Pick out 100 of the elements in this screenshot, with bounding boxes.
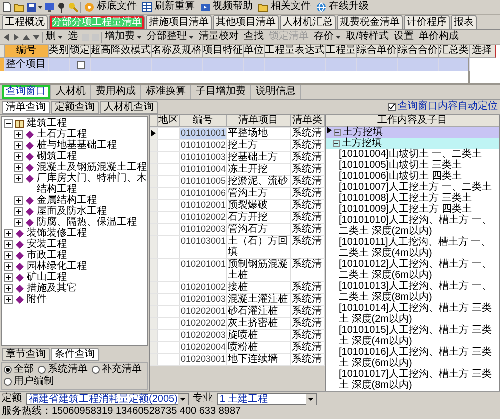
table-cell[interactable]: 010102003 [180,224,227,235]
table-cell[interactable]: 砂石灌注桩 [227,306,291,317]
table-cell[interactable]: 系统清 [291,342,325,353]
toolbar-button[interactable]: 增加费 [103,30,144,44]
toolbar-button[interactable]: 分部整理 [145,30,196,44]
table-cell[interactable]: 系统清 [291,200,325,211]
quota-item[interactable]: [10101012]人工挖沟、槽土方 一、二类土 深度(6m以内) [339,259,499,281]
quota-item[interactable]: [10101015]人工挖沟、槽土方 三类土 深度(4m以内) [339,325,499,347]
table-cell[interactable]: 系统清 [291,330,325,341]
table-cell[interactable]: 接桩 [227,282,291,293]
table-cell[interactable]: 010202001 [180,306,227,317]
table-cell[interactable]: 管沟石方 [227,224,291,235]
table-cell[interactable]: 010203001 [180,354,227,365]
table-row[interactable]: 整个项目 [0,58,468,71]
tab[interactable]: 查询窗口 [2,85,51,99]
table-cell[interactable]: 010102001 [180,200,227,211]
table-cell[interactable]: 挖土方 [227,140,291,151]
quota-item[interactable]: [10101009]人工挖土方 四类土 [339,204,472,215]
toolbar-button[interactable]: 选 [66,30,80,44]
tab[interactable]: 人材机 [52,85,91,99]
table-cell[interactable]: 010202002 [180,318,227,329]
toolbar-button[interactable]: 相关文件 [256,0,313,14]
tab[interactable]: 条件查询 [51,348,99,360]
table-cell[interactable]: 系统清 [291,318,325,329]
table-cell[interactable]: 010202004 [180,342,227,353]
table-cell[interactable]: 预裂爆破 [227,200,291,211]
table-cell[interactable]: 系统清 [291,140,325,151]
tab[interactable]: 清单查询 [2,100,50,114]
quota-item[interactable]: [10101010]人工挖沟、槽土方 一、二类土 深度(2m以内) [339,215,499,237]
table-cell[interactable]: 石方开挖 [227,212,291,223]
table-cell[interactable]: 010101006 [180,188,227,199]
tree-item[interactable]: 矿山工程 [27,272,67,283]
quota-item[interactable]: [10101016]人工挖沟、槽土方 三类土 深度(6m以内) [339,347,499,369]
tab[interactable]: 章节查询 [2,348,50,360]
quota-item[interactable]: [10101013]人工挖沟、槽土方 一、二类土 深度(8m以内) [339,281,499,303]
table-cell[interactable]: 挖基础土方 [227,152,291,163]
table-cell[interactable]: 010201001 [180,259,227,281]
tree-item[interactable]: 厂库房大门、特种门、木结构工程 [37,173,147,195]
tab[interactable]: 费用构成 [92,85,141,99]
radio-button[interactable] [4,378,12,386]
table-cell[interactable]: 系统清 [291,176,325,187]
tree-item[interactable]: 市政工程 [27,250,67,261]
quota-item[interactable]: [10101008]人工挖土方 三类土 [339,193,472,204]
major-dropdown[interactable]: 1 土建工程 [216,393,317,405]
table-cell[interactable]: 系统清 [291,354,325,365]
radio-button[interactable] [4,366,12,374]
quota-item[interactable]: [10101007]人工挖土方 一、二类土 [339,182,492,193]
table-cell[interactable]: 旋喷桩 [227,330,291,341]
tree-item[interactable]: 防腐、隔热、保温工程 [37,217,137,228]
table-cell[interactable]: 土（石）方回填 [227,236,291,258]
table-cell[interactable]: 挖淤泥、流砂 [227,176,291,187]
toolbar-button[interactable]: 设置 [392,30,416,44]
tab[interactable]: 人材机查询 [100,100,158,114]
tab[interactable]: 定额查询 [51,100,99,114]
table-cell[interactable]: 系统清 [291,306,325,317]
tab[interactable]: 措施项目清单 [146,15,212,29]
quota-item[interactable]: [10101005]山坡切土 三类土 [339,160,462,171]
tree-item[interactable]: 装饰装修工程 [27,228,87,239]
radio-button[interactable] [92,366,100,374]
table-cell[interactable]: 系统清 [291,128,325,139]
quota-item[interactable]: [10101011]人工挖沟、槽土方 一、二类土 深度(4m以内) [339,237,499,259]
table-cell[interactable]: 010101005 [180,176,227,187]
tree-item[interactable]: 桩与地基基础工程 [37,140,117,151]
toolbar-button[interactable]: 单价构成 [416,30,461,44]
table-cell[interactable]: 010101001 [180,128,227,139]
table-cell[interactable]: 系统清 [291,236,325,258]
toolbar-button[interactable]: 存价 [312,30,343,44]
table-cell[interactable]: 系统清 [291,164,325,175]
table-cell[interactable]: 地下连续墙 [227,354,291,365]
tab[interactable]: 规费税金清单 [337,15,403,29]
toolbar-button[interactable]: 标底文件 [82,0,139,14]
tree-item[interactable]: 措施及其它 [27,283,77,294]
table-cell[interactable]: 系统清 [291,282,325,293]
tree-item[interactable]: 建筑工程 [27,118,67,129]
tab[interactable]: 子目增加费 [192,85,251,99]
table-cell[interactable]: 管沟土方 [227,188,291,199]
toolbar-button[interactable]: 在线升级 [314,0,371,14]
table-cell[interactable]: 010102002 [180,212,227,223]
quota-dropdown[interactable]: 福建省建筑工程消耗量定额(2005) [26,393,189,405]
table-cell[interactable]: 系统清 [291,259,325,281]
toolbar-button[interactable]: 删 [44,30,65,44]
table-cell[interactable]: 混凝土灌注桩 [227,294,291,305]
table-cell[interactable]: 冻土开挖 [227,164,291,175]
toolbar-button[interactable]: 视频帮助 [198,0,255,14]
table-cell[interactable]: 喷粉桩 [227,342,291,353]
table-cell[interactable]: 灰土挤密桩 [227,318,291,329]
tab[interactable]: 人材机汇总 [280,15,336,29]
quota-item[interactable]: [10101017]人工挖沟、槽土方 三类土 深度(8m以内) [339,369,499,391]
tree-item[interactable]: 混凝土及钢筋混凝土工程 [37,162,147,173]
table-cell[interactable]: 预制钢筋混凝土桩 [227,259,291,281]
tab[interactable]: 计价程序 [404,15,450,29]
tab[interactable]: 标准换算 [142,85,191,99]
toolbar-button[interactable]: 查找 [242,30,266,44]
quota-item[interactable]: [10101014]人工挖沟、槽土方 三类土 深度(2m以内) [339,303,499,325]
toolbar-button[interactable]: 清量校对 [197,30,241,44]
tree-item[interactable]: 土石方工程 [37,129,87,140]
table-cell[interactable]: 系统清 [291,294,325,305]
quota-item[interactable]: [10101004]山坡切土 一、二类土 [339,149,482,160]
toolbar-button[interactable]: 刷新重算 [140,0,197,14]
table-cell[interactable]: 010101004 [180,164,227,175]
